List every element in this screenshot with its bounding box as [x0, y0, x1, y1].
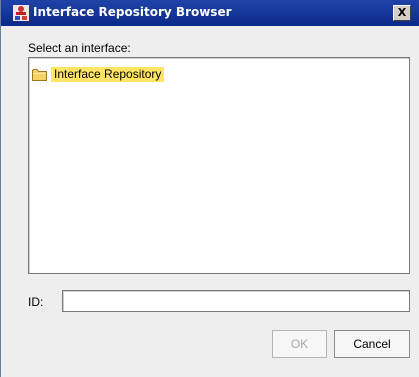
tree-node-label: Interface Repository: [51, 66, 165, 82]
select-interface-label: Select an interface:: [28, 41, 131, 55]
close-icon: X: [397, 6, 407, 19]
ok-button[interactable]: OK: [272, 330, 327, 358]
dialog-window: Interface Repository Browser X Select an…: [0, 0, 419, 377]
app-icon: [13, 5, 29, 21]
cancel-button[interactable]: Cancel: [334, 330, 410, 358]
id-label: ID:: [28, 295, 44, 309]
folder-icon: [32, 68, 47, 81]
title-bar[interactable]: Interface Repository Browser X: [1, 0, 419, 26]
interface-tree[interactable]: Interface Repository: [28, 57, 410, 274]
close-button[interactable]: X: [393, 5, 411, 21]
tree-node-interface-repository[interactable]: Interface Repository: [32, 66, 165, 82]
window-title: Interface Repository Browser: [33, 5, 232, 19]
id-input[interactable]: [62, 290, 410, 312]
